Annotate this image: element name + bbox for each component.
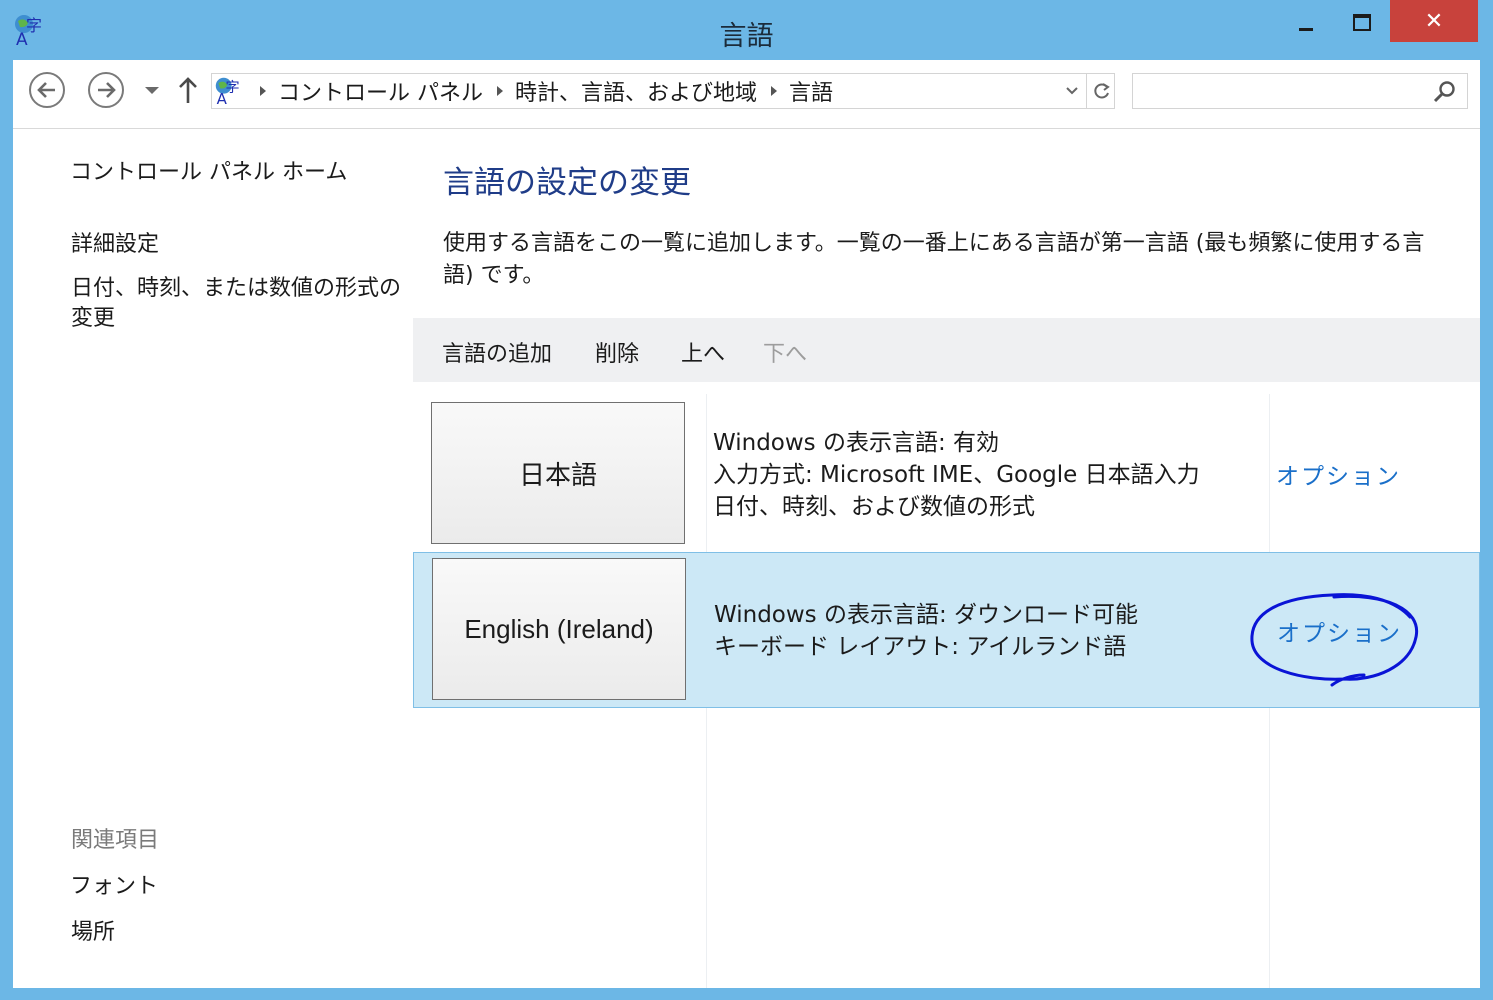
add-language-button[interactable]: 言語の追加 xyxy=(442,336,552,368)
breadcrumb-separator-icon[interactable] xyxy=(497,86,503,96)
language-row-japanese[interactable]: 日本語 Windows の表示言語: 有効 入力方式: Microsoft IM… xyxy=(413,394,1480,550)
fonts-link[interactable]: フォント xyxy=(70,872,158,902)
arrow-right-icon xyxy=(98,82,116,98)
up-button[interactable] xyxy=(177,76,199,108)
search-box[interactable] xyxy=(1132,73,1468,109)
back-button[interactable] xyxy=(29,72,65,108)
close-button[interactable]: ✕ xyxy=(1390,0,1478,42)
minimize-button[interactable] xyxy=(1276,0,1336,44)
close-icon: ✕ xyxy=(1424,8,1444,34)
svg-text:A: A xyxy=(217,90,228,106)
search-input[interactable] xyxy=(1139,78,1423,106)
maximize-button[interactable] xyxy=(1332,0,1392,44)
chevron-down-icon xyxy=(1066,87,1078,95)
chevron-down-icon xyxy=(145,87,159,94)
arrow-up-icon xyxy=(179,77,197,103)
breadcrumb-control-panel[interactable]: コントロール パネル xyxy=(278,75,483,107)
navigation-bar: 字 A コントロール パネル 時計、言語、および地域 言語 xyxy=(13,60,1480,129)
language-tile[interactable]: English (Ireland) xyxy=(432,558,686,700)
minimize-icon xyxy=(1299,27,1313,31)
display-language-status: Windows の表示言語: 有効 xyxy=(713,430,1000,456)
control-panel-home-link[interactable]: コントロール パネル ホーム xyxy=(70,158,347,188)
related-items-header: 関連項目 xyxy=(71,828,160,853)
input-method-status: 入力方式: Microsoft IME、Google 日本語入力 xyxy=(713,462,1200,488)
keyboard-layout-status: キーボード レイアウト: アイルランド語 xyxy=(714,634,1127,660)
window-content: 字 A コントロール パネル 時計、言語、および地域 言語 コントロール パネル… xyxy=(13,60,1480,988)
title-bar: 字 A 言語 ✕ xyxy=(0,0,1493,60)
page-title: 言語の設定の変更 xyxy=(443,165,691,201)
address-history-button[interactable] xyxy=(1064,82,1080,104)
move-down-button: 下へ xyxy=(763,342,808,367)
refresh-icon xyxy=(1094,83,1110,99)
search-icon[interactable] xyxy=(1433,80,1457,104)
format-status: 日付、時刻、および数値の形式 xyxy=(713,494,1035,520)
advanced-settings-link[interactable]: 詳細設定 xyxy=(71,230,159,260)
remove-button[interactable]: 削除 xyxy=(595,336,639,368)
breadcrumb-separator-icon[interactable] xyxy=(260,86,266,96)
language-globe-icon: 字 A xyxy=(214,76,244,108)
options-link[interactable]: オプション xyxy=(1276,457,1401,491)
hand-drawn-circle-annotation xyxy=(1250,593,1419,687)
page-description: 使用する言語をこの一覧に追加します。一覧の一番上にある言語が第一言語 (最も頻繁… xyxy=(443,231,1425,288)
left-pane: コントロール パネル ホーム 詳細設定 日付、時刻、または数値の形式の変更 関連… xyxy=(13,128,413,988)
language-info: Windows の表示言語: 有効 入力方式: Microsoft IME、Go… xyxy=(713,427,1200,523)
language-info: Windows の表示言語: ダウンロード可能 キーボード レイアウト: アイル… xyxy=(714,599,1138,663)
language-row-english-ireland[interactable]: English (Ireland) Windows の表示言語: ダウンロード可… xyxy=(413,552,1480,708)
language-tile[interactable]: 日本語 xyxy=(431,402,685,544)
change-format-link[interactable]: 日付、時刻、または数値の形式の変更 xyxy=(71,274,401,334)
breadcrumb: コントロール パネル 時計、言語、および地域 言語 xyxy=(258,74,833,108)
forward-button[interactable] xyxy=(88,72,124,108)
location-link[interactable]: 場所 xyxy=(71,918,115,948)
window-title: 言語 xyxy=(719,21,774,52)
maximize-icon xyxy=(1353,13,1371,31)
refresh-button[interactable] xyxy=(1086,74,1117,108)
recent-locations-button[interactable] xyxy=(144,82,160,101)
breadcrumb-language[interactable]: 言語 xyxy=(789,75,833,107)
address-bar[interactable]: 字 A コントロール パネル 時計、言語、および地域 言語 xyxy=(211,73,1115,109)
move-up-button[interactable]: 上へ xyxy=(681,336,725,368)
breadcrumb-clock-language-region[interactable]: 時計、言語、および地域 xyxy=(515,75,757,107)
language-toolbar: 言語の追加 削除 上へ 下へ xyxy=(413,318,1480,382)
svg-text:字: 字 xyxy=(225,80,239,96)
arrow-left-icon xyxy=(37,82,55,98)
breadcrumb-separator-icon[interactable] xyxy=(771,86,778,96)
display-language-status: Windows の表示言語: ダウンロード可能 xyxy=(714,602,1139,628)
